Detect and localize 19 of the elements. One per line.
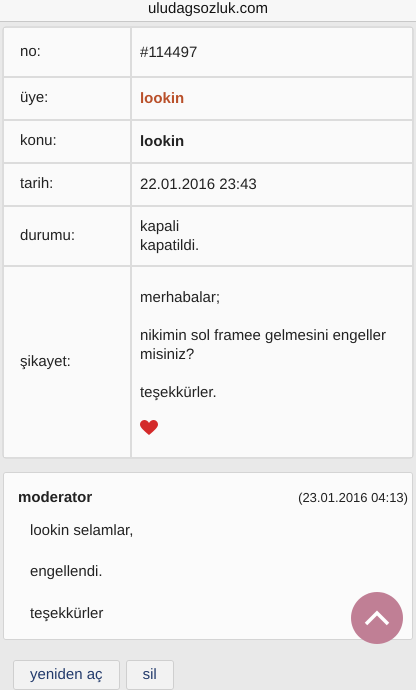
field-label: konu: <box>20 131 57 152</box>
reply-time: (23.01.2016 04:13) <box>298 489 408 507</box>
field-label: no: <box>20 42 41 62</box>
action-button[interactable]: yeniden aç <box>13 660 120 690</box>
reply-author: moderator <box>18 488 92 508</box>
field-label: durumu: <box>20 226 76 246</box>
field-value: kapali kapatildi. <box>140 217 200 255</box>
field-value: 22.01.2016 23:43 <box>140 175 258 194</box>
reply-paragraph: lookin selamlar, <box>30 520 134 540</box>
reply-paragraph: engellendi. <box>30 562 103 582</box>
action-button[interactable]: sil <box>126 660 174 690</box>
field-label: üye: <box>20 88 48 108</box>
field-value: #114497 <box>140 42 198 62</box>
field-label: tarih: <box>20 174 54 194</box>
reply-paragraph: teşekkürler <box>30 604 104 624</box>
field-value: lookin <box>140 132 186 151</box>
field-value: merhabalar; nikimin sol framee gelmesini engeller misiniz? teşekkürler. <box>140 288 387 402</box>
field-label: şikayet: <box>20 352 71 372</box>
chevron-up-icon <box>364 610 390 626</box>
